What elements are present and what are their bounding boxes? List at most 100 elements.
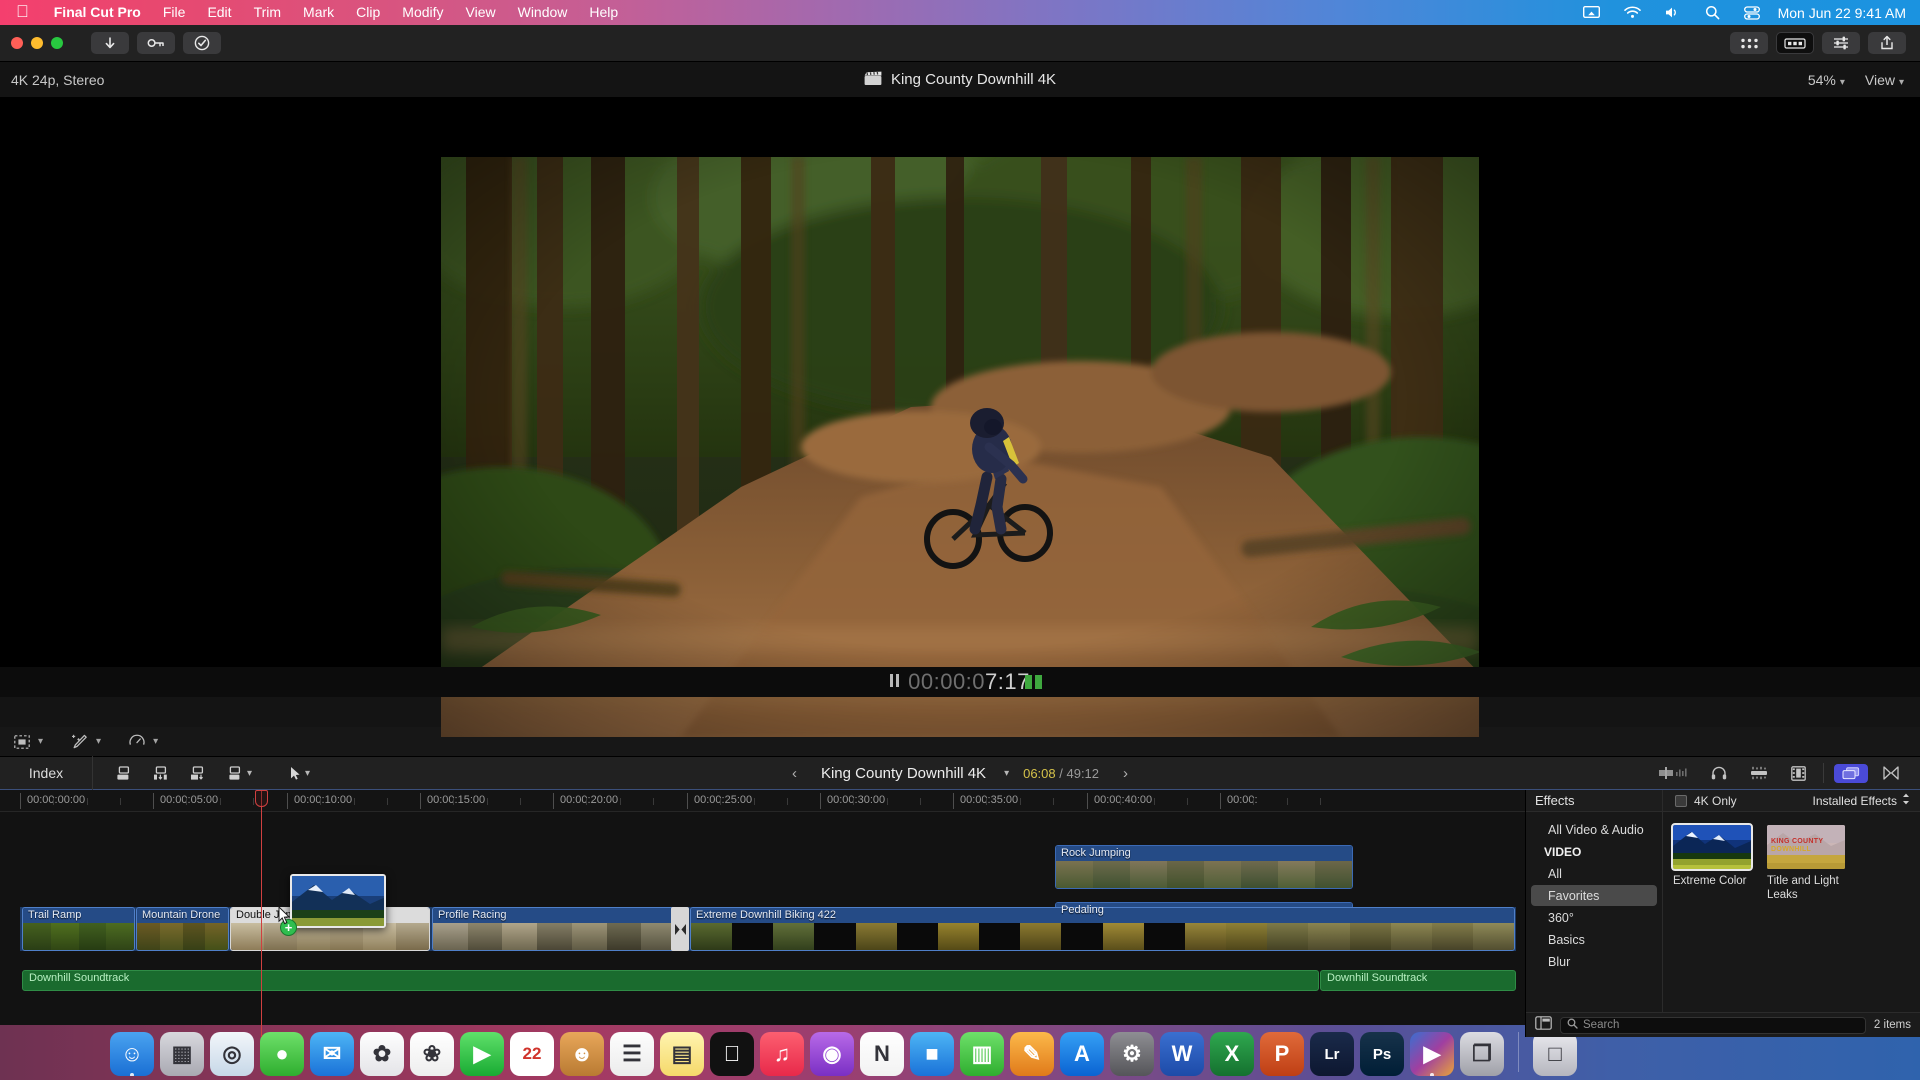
4k-only-checkbox[interactable] bbox=[1675, 794, 1687, 807]
dock-item-photoshop[interactable]: Ps bbox=[1360, 1032, 1404, 1076]
minimize-button[interactable] bbox=[31, 37, 43, 49]
timeline-project-name[interactable]: King County Downhill 4K bbox=[821, 765, 986, 782]
dock-item-keynote[interactable]: ■ bbox=[910, 1032, 954, 1076]
timeline-clip-profile-racing[interactable]: Profile Racing bbox=[432, 907, 677, 951]
dock-item-notes[interactable]: ▤ bbox=[660, 1032, 704, 1076]
share-button[interactable] bbox=[1868, 32, 1906, 54]
rate-button[interactable] bbox=[183, 32, 221, 54]
effects-category-all-video-audio[interactable]: All Video & Audio bbox=[1531, 819, 1657, 840]
connect-icon[interactable]: ▾ bbox=[216, 765, 262, 781]
audio-mix-icon[interactable] bbox=[1738, 766, 1780, 780]
dock-item-word[interactable]: W bbox=[1160, 1032, 1204, 1076]
effects-category-favorites[interactable]: Favorites bbox=[1531, 885, 1657, 906]
wifi-icon[interactable] bbox=[1612, 6, 1653, 19]
transition-bowtie-icon[interactable] bbox=[671, 907, 689, 951]
dock-item-trash[interactable]: □ bbox=[1533, 1032, 1577, 1076]
effects-category-basics[interactable]: Basics bbox=[1531, 929, 1657, 950]
dock-item-apple-tv[interactable]:  bbox=[710, 1032, 754, 1076]
timeline-button[interactable] bbox=[1776, 32, 1814, 54]
menu-help[interactable]: Help bbox=[578, 0, 629, 25]
effects-category-blur[interactable]: Blur bbox=[1531, 951, 1657, 972]
dock-item-powerpoint[interactable]: P bbox=[1260, 1032, 1304, 1076]
timeline-clip-mountain-drone[interactable]: Mountain Drone bbox=[136, 907, 229, 951]
previous-project-button[interactable]: ‹ bbox=[782, 765, 807, 782]
menu-mark[interactable]: Mark bbox=[292, 0, 345, 25]
timeline-playhead[interactable] bbox=[255, 790, 268, 1037]
dock-item-final-cut-pro[interactable]: ▶ bbox=[1410, 1032, 1454, 1076]
fit-timeline-icon[interactable] bbox=[1872, 766, 1910, 780]
menu-modify[interactable]: Modify bbox=[391, 0, 454, 25]
menu-window[interactable]: Window bbox=[507, 0, 579, 25]
timeline-audio-clip-2[interactable]: Downhill Soundtrack bbox=[1320, 970, 1516, 991]
playhead-handle[interactable] bbox=[255, 790, 268, 807]
menu-bar-clock[interactable]: Mon Jun 22 9:41 AM bbox=[1772, 5, 1906, 21]
dock-item-lightroom[interactable]: Lr bbox=[1310, 1032, 1354, 1076]
dock-item-pages[interactable]: ✎ bbox=[1010, 1032, 1054, 1076]
menu-clip[interactable]: Clip bbox=[345, 0, 391, 25]
clip-appearance-tool[interactable]: ▾ bbox=[0, 734, 57, 749]
search-icon[interactable] bbox=[1693, 5, 1732, 20]
apple-logo-icon[interactable]:  bbox=[16, 3, 29, 20]
dock-item-launchpad[interactable]: ▦ bbox=[160, 1032, 204, 1076]
effects-search-input[interactable]: Search bbox=[1560, 1016, 1866, 1034]
next-project-button[interactable]: › bbox=[1113, 765, 1138, 782]
dock-item-app-store[interactable]: A bbox=[1060, 1032, 1104, 1076]
dock-item-reminders[interactable]: ☰ bbox=[610, 1032, 654, 1076]
dock-item-finder[interactable]: ☺ bbox=[110, 1032, 154, 1076]
append-icon[interactable] bbox=[105, 765, 142, 781]
effects-category-all[interactable]: All bbox=[1531, 863, 1657, 884]
import-media-button[interactable] bbox=[91, 32, 129, 54]
arrow-pointer-icon[interactable]: ▾ bbox=[280, 766, 320, 781]
timeline-index-button[interactable]: Index bbox=[0, 756, 93, 790]
effect-item-title-and-light-leaks[interactable]: KING COUNTY DOWNHILL Title and Light Lea… bbox=[1767, 825, 1845, 902]
viewer-stage[interactable]: 00:00:07:17 bbox=[0, 97, 1920, 737]
clip-appearance-blue-icon[interactable] bbox=[1834, 763, 1868, 783]
dock-item-numbers[interactable]: ▥ bbox=[960, 1032, 1004, 1076]
browser-button[interactable] bbox=[1730, 32, 1768, 54]
effects-category-360[interactable]: 360° bbox=[1531, 907, 1657, 928]
timeline-ruler[interactable]: 00:00:00:00 00:00:05:00 00:00:10:00 00:00:1… bbox=[0, 790, 1525, 812]
dock-item-music[interactable]: ♫ bbox=[760, 1032, 804, 1076]
dock-item-calendar[interactable]: 22 bbox=[510, 1032, 554, 1076]
dock-item-app-store-colors[interactable]: ❀ bbox=[410, 1032, 454, 1076]
dock-item-preview[interactable]: ❐ bbox=[1460, 1032, 1504, 1076]
pause-icon[interactable] bbox=[890, 674, 900, 687]
menu-edit[interactable]: Edit bbox=[196, 0, 242, 25]
dock-item-safari[interactable]: ◎ bbox=[210, 1032, 254, 1076]
retime-tool[interactable]: ▾ bbox=[115, 734, 172, 749]
timeline-clip-trail-ramp[interactable]: Trail Ramp bbox=[22, 907, 135, 951]
dock-item-messages[interactable]: ● bbox=[260, 1032, 304, 1076]
effect-item-extreme-color[interactable]: Extreme Color bbox=[1671, 823, 1753, 888]
dock-item-contacts[interactable]: ☻ bbox=[560, 1032, 604, 1076]
enhancements-tool[interactable]: ▾ bbox=[57, 734, 115, 749]
chevron-down-icon[interactable]: ▾ bbox=[1004, 768, 1009, 779]
timeline-clip-rock-jumping[interactable]: Rock Jumping bbox=[1055, 845, 1353, 889]
headphone-icon[interactable] bbox=[1700, 766, 1738, 780]
viewer-view-popup[interactable]: View ▾ bbox=[1865, 72, 1904, 88]
dock-item-system-settings[interactable]: ⚙ bbox=[1110, 1032, 1154, 1076]
dock-item-news[interactable]: N bbox=[860, 1032, 904, 1076]
4k-only-label[interactable]: 4K Only bbox=[1694, 794, 1737, 808]
close-button[interactable] bbox=[11, 37, 23, 49]
screen-mirroring-icon[interactable] bbox=[1571, 5, 1612, 20]
menu-view[interactable]: View bbox=[455, 0, 507, 25]
sidebar-toggle-icon[interactable] bbox=[1535, 1015, 1552, 1035]
keywords-button[interactable] bbox=[137, 32, 175, 54]
dock-item-mail[interactable]: ✉ bbox=[310, 1032, 354, 1076]
menu-file[interactable]: File bbox=[152, 0, 197, 25]
audio-meter[interactable] bbox=[1025, 675, 1042, 689]
menu-final-cut-pro[interactable]: Final Cut Pro bbox=[43, 0, 152, 25]
inspector-button[interactable] bbox=[1822, 32, 1860, 54]
viewer-timecode[interactable]: 00:00:07:17 bbox=[890, 669, 1030, 695]
timeline-audio-clip-1[interactable]: Downhill Soundtrack bbox=[22, 970, 1319, 991]
control-center-icon[interactable] bbox=[1732, 5, 1772, 20]
overwrite-icon[interactable] bbox=[179, 765, 216, 781]
timeline-canvas[interactable]: 00:00:00:00 00:00:05:00 00:00:10:00 00:00:1… bbox=[0, 790, 1920, 1037]
insert-icon[interactable] bbox=[142, 765, 179, 781]
installed-effects-popup[interactable]: Installed Effects bbox=[1813, 793, 1920, 808]
dock-item-photos[interactable]: ✿ bbox=[360, 1032, 404, 1076]
dock-item-facetime[interactable]: ▶ bbox=[460, 1032, 504, 1076]
viewer-zoom-popup[interactable]: 54% ▾ bbox=[1808, 72, 1845, 88]
maximize-button[interactable] bbox=[51, 37, 63, 49]
volume-icon[interactable] bbox=[1653, 6, 1693, 19]
